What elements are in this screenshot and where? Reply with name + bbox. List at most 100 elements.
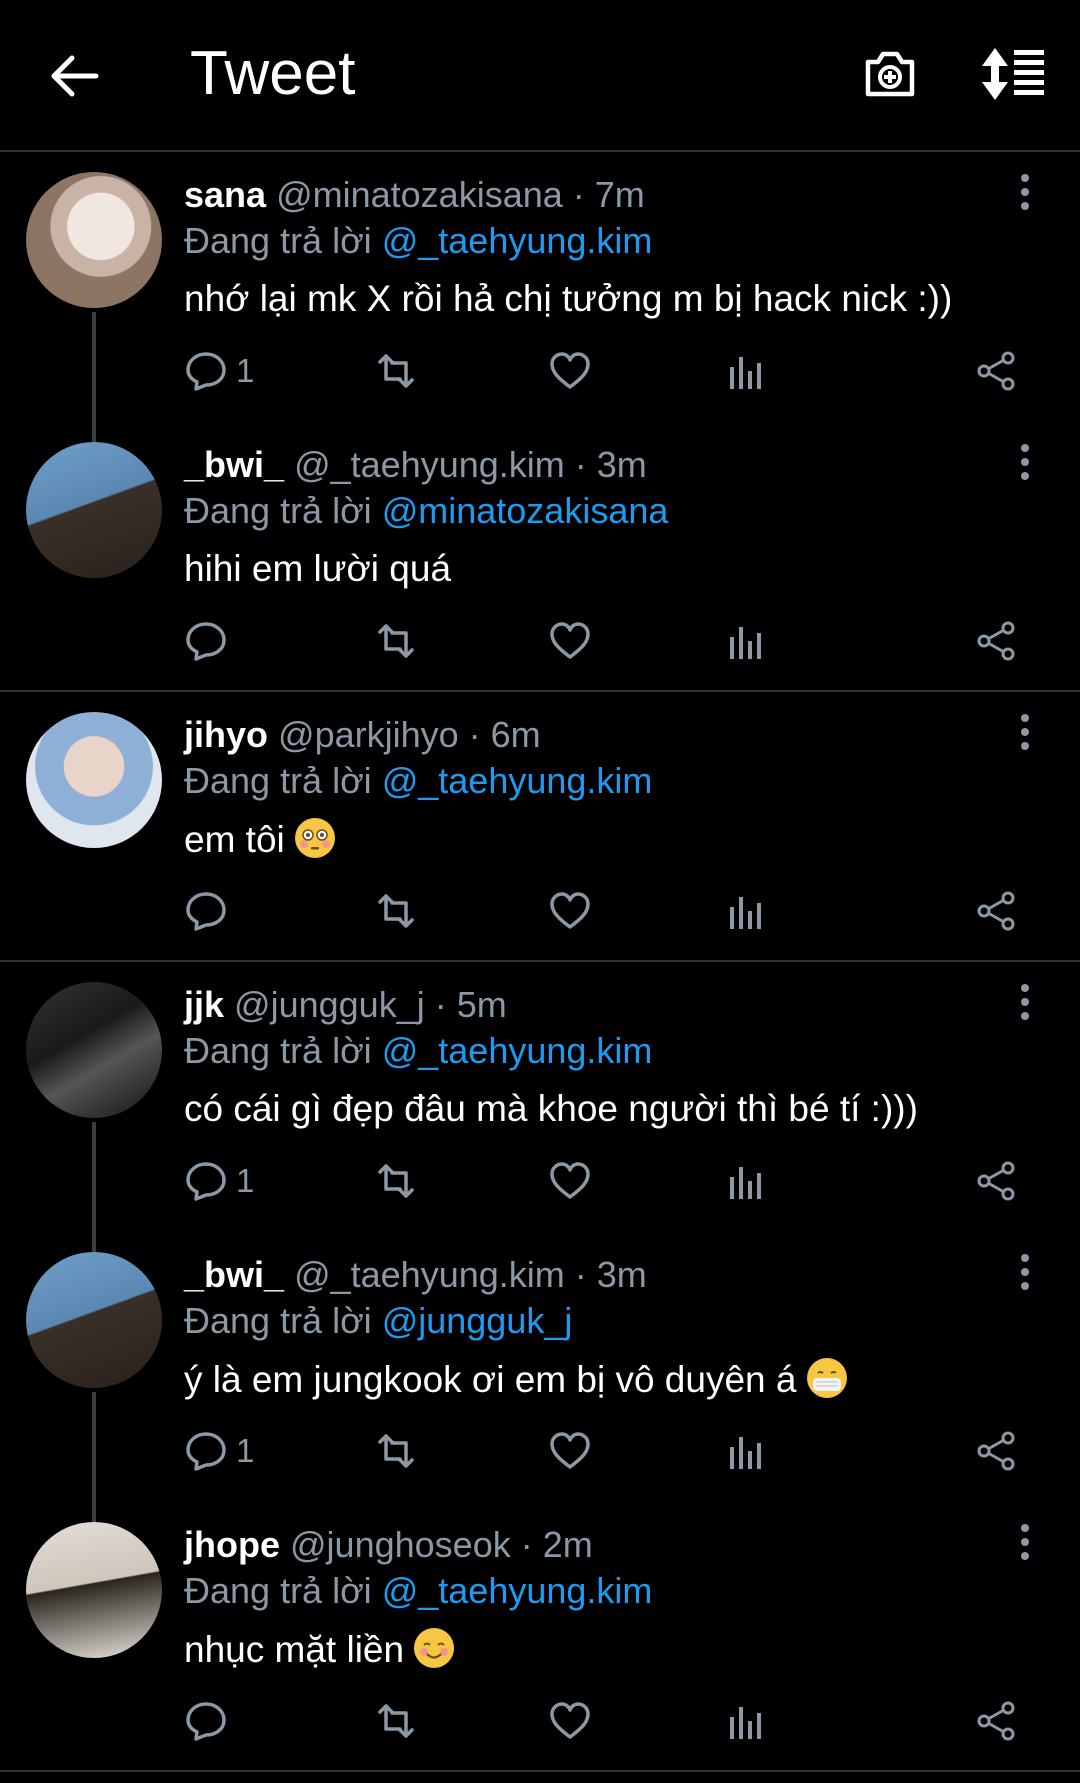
- reply-button[interactable]: [184, 618, 236, 664]
- avatar[interactable]: [26, 982, 162, 1118]
- display-name[interactable]: jjk: [184, 984, 224, 1025]
- display-name[interactable]: jhope: [184, 1524, 280, 1565]
- reply-mention-link[interactable]: @minatozakisana: [382, 490, 669, 531]
- analytics-icon: [730, 627, 761, 659]
- retweet-button[interactable]: [374, 618, 418, 664]
- retweet-button[interactable]: [374, 888, 418, 934]
- tweet[interactable]: jjk @jungguk_j · 5m Đang trả lời @_taehy…: [0, 962, 1080, 1232]
- tweet[interactable]: jhope @junghoseok · 2m Đang trả lời @_ta…: [0, 1502, 1080, 1772]
- analytics-button[interactable]: [722, 1428, 766, 1474]
- retweet-button[interactable]: [374, 348, 418, 394]
- like-button[interactable]: [548, 1698, 592, 1744]
- reply-icon: [186, 1432, 226, 1471]
- analytics-button[interactable]: [722, 1158, 766, 1204]
- tweet-text: có cái gì đẹp đâu mà khoe người thì bé t…: [184, 1088, 918, 1129]
- analytics-button[interactable]: [722, 348, 766, 394]
- retweet-button[interactable]: [374, 1158, 418, 1204]
- reply-count: 1: [236, 1432, 255, 1469]
- like-button[interactable]: [548, 618, 592, 664]
- reply-context: Đang trả lời @_taehyung.kim: [184, 1030, 652, 1072]
- reply-prefix: Đang trả lời: [184, 220, 372, 261]
- reply-mention-link[interactable]: @_taehyung.kim: [382, 760, 653, 801]
- more-options-button[interactable]: [1010, 174, 1040, 214]
- analytics-button[interactable]: [722, 888, 766, 934]
- smiling-blush-emoji: [414, 1628, 455, 1668]
- tweet-actions: [184, 618, 1044, 668]
- camera-button[interactable]: [860, 44, 920, 104]
- like-button[interactable]: [548, 1158, 592, 1204]
- avatar[interactable]: [26, 712, 162, 848]
- tweet-actions: [184, 888, 1044, 938]
- avatar[interactable]: [26, 1522, 162, 1658]
- retweet-icon: [378, 1704, 414, 1738]
- tweet[interactable]: _bwi_ @_taehyung.kim · 3m Đang trả lời @…: [0, 1232, 1080, 1502]
- heart-icon: [550, 892, 590, 929]
- reply-mention-link[interactable]: @_taehyung.kim: [382, 1030, 653, 1071]
- reply-mention-link[interactable]: @jungguk_j: [382, 1300, 573, 1341]
- reply-button[interactable]: 1: [184, 1158, 254, 1204]
- reply-button[interactable]: 1: [184, 1428, 254, 1474]
- sort-icon: [982, 48, 1044, 100]
- tweet-text: nhục mặt liền: [184, 1628, 455, 1671]
- avatar[interactable]: [26, 1252, 162, 1388]
- reply-button[interactable]: [184, 888, 236, 934]
- share-icon: [977, 1431, 1015, 1471]
- reply-context: Đang trả lời @_taehyung.kim: [184, 760, 652, 802]
- share-button[interactable]: [974, 618, 1018, 664]
- retweet-icon: [378, 624, 414, 658]
- back-button[interactable]: [44, 46, 104, 106]
- reply-icon: [186, 1162, 226, 1201]
- more-options-button[interactable]: [1010, 714, 1040, 754]
- avatar[interactable]: [26, 442, 162, 578]
- heart-icon: [550, 1432, 590, 1469]
- display-name[interactable]: _bwi_: [184, 444, 284, 485]
- retweet-button[interactable]: [374, 1428, 418, 1474]
- like-button[interactable]: [548, 348, 592, 394]
- reply-mention-link[interactable]: @_taehyung.kim: [382, 220, 653, 261]
- heart-icon: [550, 352, 590, 389]
- like-button[interactable]: [548, 1428, 592, 1474]
- display-name[interactable]: _bwi_: [184, 1254, 284, 1295]
- reply-button[interactable]: [184, 1698, 236, 1744]
- reply-context: Đang trả lời @minatozakisana: [184, 490, 668, 532]
- display-name[interactable]: jihyo: [184, 714, 268, 755]
- share-button[interactable]: [974, 1698, 1018, 1744]
- display-name[interactable]: sana: [184, 174, 266, 215]
- more-options-button[interactable]: [1010, 1254, 1040, 1294]
- tweet[interactable]: sana @minatozakisana · 7m Đang trả lời @…: [0, 152, 1080, 422]
- avatar[interactable]: [26, 172, 162, 308]
- analytics-icon: [730, 897, 761, 929]
- user-handle: @parkjihyo: [278, 714, 459, 755]
- reply-prefix: Đang trả lời: [184, 490, 372, 531]
- analytics-button[interactable]: [722, 618, 766, 664]
- tweet[interactable]: _bwi_ @_taehyung.kim · 3m Đang trả lời @…: [0, 422, 1080, 692]
- reply-context: Đang trả lời @_taehyung.kim: [184, 220, 652, 262]
- timestamp: · 7m: [572, 174, 645, 215]
- more-options-button[interactable]: [1010, 1524, 1040, 1564]
- share-button[interactable]: [974, 1428, 1018, 1474]
- share-icon: [977, 621, 1015, 661]
- more-options-button[interactable]: [1010, 444, 1040, 484]
- tweet[interactable]: jihyo @parkjihyo · 6m Đang trả lời @_tae…: [0, 692, 1080, 962]
- share-button[interactable]: [974, 888, 1018, 934]
- user-handle: @_taehyung.kim: [294, 1254, 565, 1295]
- camera-add-icon: [865, 51, 915, 97]
- more-options-button[interactable]: [1010, 984, 1040, 1024]
- reply-count: 1: [236, 1162, 255, 1199]
- analytics-icon: [730, 1707, 761, 1739]
- analytics-icon: [730, 1167, 761, 1199]
- analytics-button[interactable]: [722, 1698, 766, 1744]
- reply-prefix: Đang trả lời: [184, 1570, 372, 1611]
- reply-button[interactable]: 1: [184, 348, 254, 394]
- reply-prefix: Đang trả lời: [184, 760, 372, 801]
- like-button[interactable]: [548, 888, 592, 934]
- retweet-button[interactable]: [374, 1698, 418, 1744]
- share-button[interactable]: [974, 1158, 1018, 1204]
- tweet-actions: 1: [184, 348, 1044, 398]
- reply-mention-link[interactable]: @_taehyung.kim: [382, 1570, 653, 1611]
- share-button[interactable]: [974, 348, 1018, 394]
- user-handle: @junghoseok: [290, 1524, 511, 1565]
- analytics-icon: [730, 1437, 761, 1469]
- reply-prefix: Đang trả lời: [184, 1030, 372, 1071]
- sort-button[interactable]: [982, 46, 1048, 102]
